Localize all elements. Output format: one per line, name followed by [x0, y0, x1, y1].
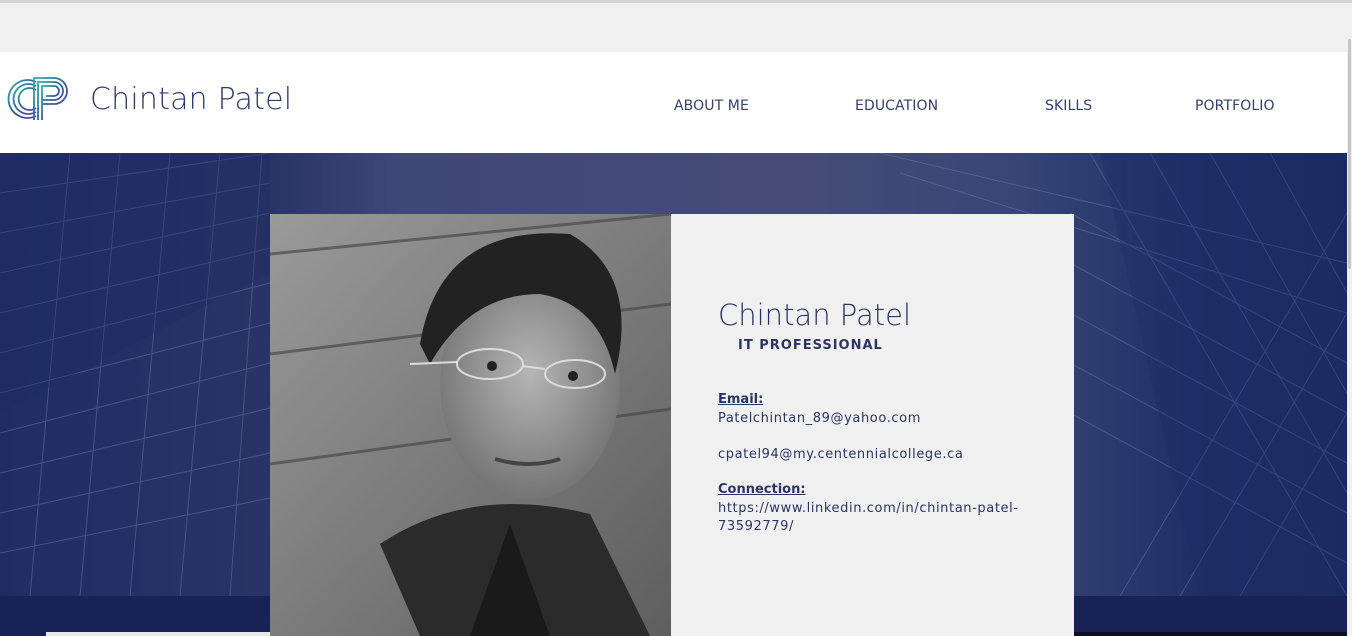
- nav-item-portfolio[interactable]: PORTFOLIO: [1195, 98, 1275, 114]
- page-top-spacer: [0, 3, 1352, 52]
- connection-label: Connection:: [718, 482, 806, 497]
- page-scrollbar[interactable]: [1347, 3, 1352, 636]
- profile-photo: [270, 214, 671, 636]
- email-secondary-link[interactable]: cpatel94@my.centennialcollege.ca: [718, 446, 1038, 464]
- profile-card: Chintan Patel IT PROFESSIONAL Email: Pat…: [671, 214, 1074, 636]
- email-label: Email:: [718, 392, 764, 407]
- main-nav: ABOUT ME EDUCATION SKILLS PORTFOLIO: [0, 98, 1347, 118]
- nav-item-about-me[interactable]: ABOUT ME: [674, 98, 749, 114]
- linkedin-url-line1[interactable]: https://www.linkedin.com/in/chintan-pate…: [718, 500, 1038, 518]
- nav-item-skills[interactable]: SKILLS: [1045, 98, 1092, 114]
- site-header: Chintan Patel ABOUT ME EDUCATION SKILLS …: [0, 52, 1347, 153]
- linkedin-url-line2[interactable]: 73592779/: [718, 518, 1038, 536]
- email-primary-link[interactable]: Patelchintan_89@yahoo.com: [718, 410, 1038, 428]
- profile-role: IT PROFESSIONAL: [738, 338, 883, 353]
- profile-name: Chintan Patel: [718, 298, 912, 332]
- nav-item-education[interactable]: EDUCATION: [855, 98, 938, 114]
- scrollbar-thumb[interactable]: [1348, 39, 1351, 269]
- profile-portrait-image: [270, 214, 671, 636]
